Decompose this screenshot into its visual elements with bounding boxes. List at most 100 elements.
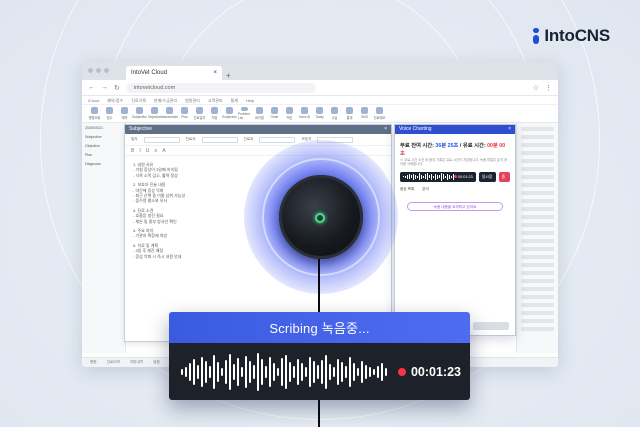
apply-button[interactable] — [473, 322, 509, 330]
app-menu-item[interactable]: 통계 — [231, 98, 238, 103]
status-item[interactable]: 병원 — [90, 360, 97, 365]
app-menu-item[interactable]: 예약/접수 — [107, 98, 123, 103]
waveform-bar — [213, 354, 215, 389]
toolbar-button[interactable]: 접수 — [103, 107, 116, 120]
voice-tab[interactable]: 음성 목록 — [400, 187, 414, 192]
waveform-bar — [447, 173, 448, 180]
form-field[interactable] — [259, 136, 296, 143]
waveform-bar — [407, 175, 408, 179]
toolbar-button[interactable]: Subjective — [222, 107, 237, 120]
editor-tool[interactable]: U — [146, 148, 150, 154]
toolbar-button[interactable]: SMS — [358, 107, 371, 120]
toolbar-button[interactable]: 진료일지 — [193, 107, 206, 120]
toolbar-icon — [91, 107, 98, 114]
left-panel-item[interactable]: 2026/05/21 — [85, 126, 122, 130]
toolbar-label: Today — [315, 115, 324, 119]
status-item[interactable]: 처방내역 — [130, 360, 143, 365]
waveform-bar — [427, 173, 428, 181]
toolbar-button[interactable]: Order — [268, 107, 281, 120]
toolbar-button[interactable]: 예약 — [118, 107, 131, 120]
toolbar-button[interactable]: 바이탈 — [253, 107, 266, 120]
left-panel-item[interactable]: Objective — [85, 144, 122, 148]
toolbar-label: 바이탈 — [255, 116, 264, 120]
toolbar-button[interactable]: 수납 — [328, 107, 341, 120]
waveform-bar — [405, 175, 406, 178]
status-item[interactable]: 진료이력 — [107, 360, 120, 365]
editor-tool[interactable]: B — [131, 148, 134, 154]
waveform-bar — [437, 174, 438, 179]
waveform-bar — [415, 174, 416, 179]
app-menu-item[interactable]: Help — [246, 98, 254, 103]
left-panel-item[interactable]: Subjective — [85, 135, 122, 139]
record-dot-icon — [397, 367, 406, 376]
toolbar-button[interactable]: 백신 — [283, 107, 296, 120]
toolbar-button[interactable]: Subjective — [132, 107, 147, 120]
toolbar-label: 백신 — [286, 116, 293, 120]
mini-timer: 00:01:23 — [454, 175, 473, 179]
waveform-bar — [229, 353, 231, 390]
app-menu-item[interactable]: 판매/수금관리 — [154, 98, 177, 103]
browser-tab[interactable]: IntoVet Cloud × — [126, 66, 222, 80]
waveform-bar — [449, 175, 450, 179]
back-icon[interactable]: ← — [88, 84, 95, 91]
voice-tab[interactable]: 분석 — [422, 187, 429, 192]
toolbar-button[interactable]: 통계 — [343, 107, 356, 120]
app-menu-item[interactable]: 고객관리 — [208, 98, 223, 103]
waveform-bar — [289, 361, 291, 382]
form-field[interactable] — [201, 136, 238, 143]
waveform-bar — [209, 365, 211, 378]
app-menu-item[interactable]: 진료기록 — [131, 98, 146, 103]
forward-icon[interactable]: → — [101, 84, 108, 91]
toolbar-label: Plan — [181, 115, 188, 119]
close-icon[interactable]: × — [384, 125, 387, 134]
toolbar-button[interactable]: Voice AI — [298, 107, 311, 120]
toolbar-button[interactable]: 병원조회 — [88, 107, 101, 120]
toolbar-label: 접수 — [106, 116, 113, 120]
waveform-bar — [241, 366, 243, 377]
waveform-bar — [385, 367, 387, 376]
close-icon[interactable]: × — [508, 125, 511, 134]
toolbar-label: 수납 — [331, 116, 338, 120]
waveform-bar — [265, 365, 267, 378]
toolbar-button[interactable]: 처방 — [208, 107, 221, 120]
left-panel: 2026/05/21 Subjective Objective Plan Diagnos… — [82, 123, 126, 353]
toolbar-button[interactable]: Today — [313, 107, 326, 120]
waveform-bars — [403, 173, 454, 181]
toolbar-button[interactable]: Problem List — [238, 107, 251, 120]
left-panel-item[interactable]: Diagnosis — [85, 162, 122, 166]
stop-button[interactable]: 종료 — [498, 171, 510, 189]
waveform-bar — [201, 356, 203, 387]
voice-charting-header: Voice Charting × — [395, 125, 515, 134]
waveform-bar — [225, 359, 227, 384]
toolbar-icon — [286, 107, 293, 114]
status-item[interactable]: 입원 — [153, 360, 160, 365]
toolbar-button[interactable]: 진료메모 — [373, 107, 386, 120]
waveform-bar — [369, 366, 371, 377]
toolbar-button[interactable]: Assessment — [161, 107, 178, 120]
left-panel-item[interactable]: Plan — [85, 153, 122, 157]
toolbar-icon — [106, 107, 113, 114]
form-label: 진료의 — [185, 137, 196, 141]
waveform-bar — [451, 176, 452, 178]
window-controls[interactable] — [88, 68, 109, 73]
reload-icon[interactable]: ↻ — [114, 84, 120, 92]
editor-tool[interactable]: I — [139, 148, 140, 154]
pause-button[interactable]: 일시정지 — [478, 171, 496, 189]
brand-logo: IntoCNS — [532, 26, 610, 46]
waveform-bar — [197, 364, 199, 379]
menu-icon[interactable]: ⋮ — [545, 84, 552, 92]
app-menu-item[interactable]: iCloud — [88, 98, 99, 103]
toolbar-button[interactable]: Plan — [178, 107, 191, 120]
close-icon[interactable]: × — [213, 70, 217, 76]
waveform-bar — [325, 354, 327, 389]
form-field[interactable] — [143, 136, 180, 143]
new-tab-icon[interactable]: + — [226, 71, 231, 80]
editor-tool[interactable]: A — [162, 148, 165, 154]
app-menu-item[interactable]: 병원관리 — [185, 98, 200, 103]
star-icon[interactable]: ☆ — [533, 84, 539, 92]
waveform-bar — [189, 362, 191, 381]
editor-tool[interactable]: ≡ — [154, 148, 157, 154]
url-field[interactable]: intovetcloud.com — [125, 82, 316, 93]
intocns-logo-icon — [532, 28, 540, 44]
toolbar-button[interactable]: Objective — [148, 107, 161, 120]
